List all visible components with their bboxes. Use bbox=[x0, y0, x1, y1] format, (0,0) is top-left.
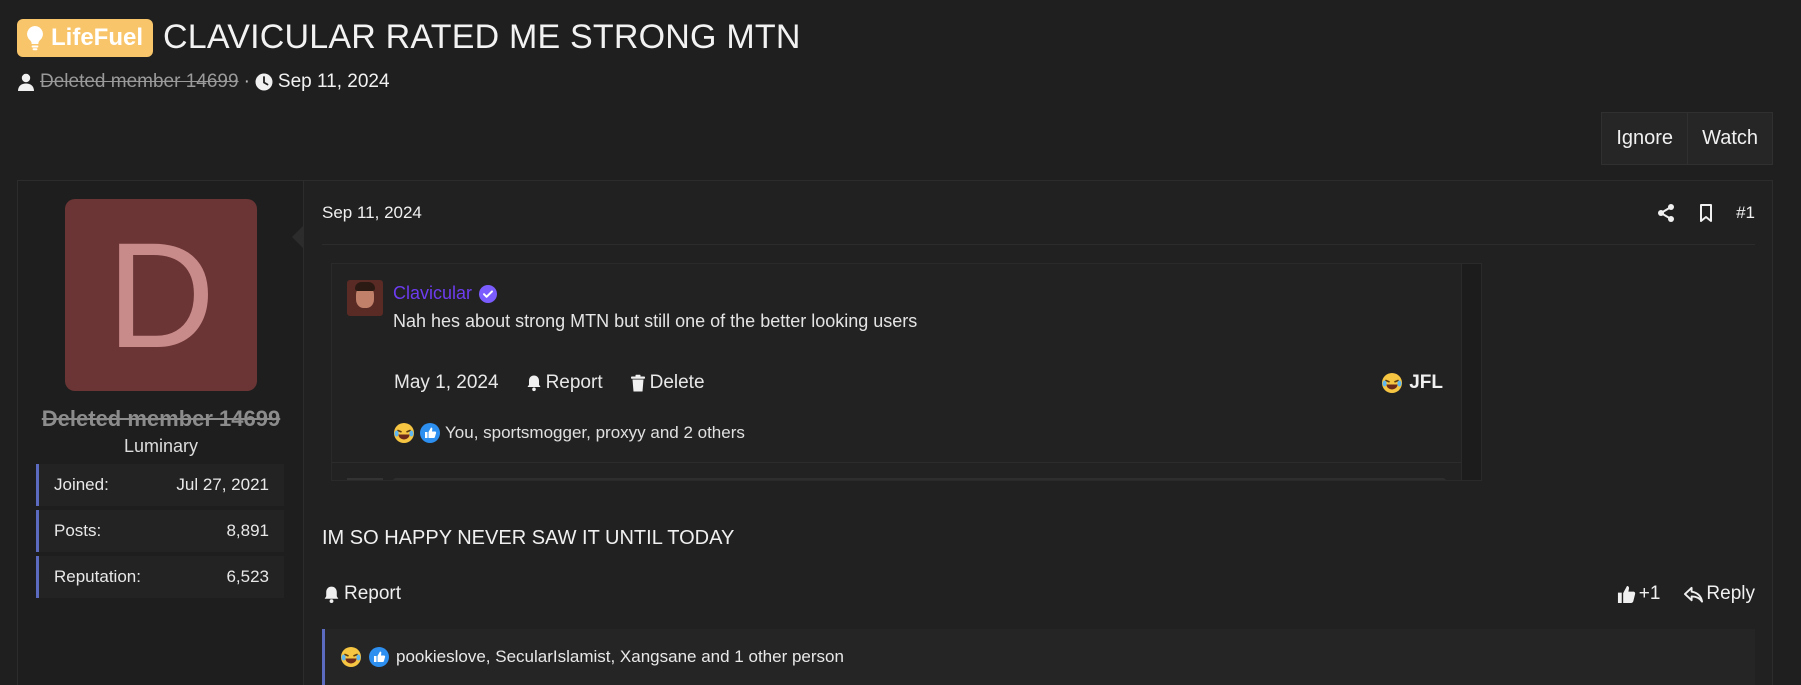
embed-divider bbox=[332, 462, 1461, 463]
embed-date-link[interactable]: May 1, 2024 bbox=[394, 372, 499, 394]
thread-author-link[interactable]: Deleted member 14699 bbox=[40, 71, 239, 93]
stat-label: Posts: bbox=[54, 521, 102, 540]
thread-prefix-badge[interactable]: LifeFuel bbox=[17, 18, 154, 57]
embed-avatar[interactable] bbox=[347, 280, 383, 316]
laughing-emoji-icon bbox=[394, 423, 414, 443]
like-button[interactable]: +1 bbox=[1617, 583, 1661, 605]
embed-next-item bbox=[393, 478, 1446, 480]
verified-badge-icon bbox=[479, 284, 498, 303]
embed-jfl-reaction[interactable]: JFL bbox=[1381, 372, 1443, 394]
stat-reputation: Reputation: 6,523 bbox=[36, 556, 284, 598]
stat-value: 8,891 bbox=[226, 521, 269, 540]
post-tools: #1 bbox=[1656, 203, 1755, 223]
post-date-link[interactable]: Sep 11, 2024 bbox=[322, 203, 422, 223]
stat-label: Reputation: bbox=[54, 567, 141, 586]
laughing-emoji-icon bbox=[341, 647, 361, 667]
title-row: LifeFuel CLAVICULAR RATED ME STRONG MTN bbox=[17, 18, 801, 57]
report-label: Report bbox=[344, 583, 402, 604]
embed-delete-button[interactable]: Delete bbox=[629, 372, 705, 394]
post-footer-actions: +1 Reply bbox=[1617, 583, 1755, 605]
stat-value: 6,523 bbox=[226, 567, 269, 586]
embed-author: Clavicular bbox=[393, 283, 498, 304]
lightbulb-icon bbox=[27, 25, 43, 50]
reaction-bar[interactable]: pookieslove, SecularIslamist, Xangsane a… bbox=[322, 629, 1755, 685]
like-count: +1 bbox=[1638, 583, 1661, 604]
avatar[interactable]: D bbox=[65, 199, 257, 391]
thread-header: LifeFuel CLAVICULAR RATED ME STRONG MTN … bbox=[17, 18, 801, 93]
post-main-cell: Sep 11, 2024 #1 Clavicular Nah hes about… bbox=[305, 181, 1772, 685]
embed-delete-label: Delete bbox=[649, 372, 705, 393]
report-button[interactable]: Report bbox=[322, 583, 401, 605]
clock-icon bbox=[255, 73, 273, 91]
embedded-post: Clavicular Nah hes about strong MTN but … bbox=[331, 263, 1482, 481]
thumbs-up-badge-icon bbox=[420, 423, 440, 443]
stat-posts: Posts: 8,891 bbox=[36, 510, 284, 552]
embed-text: Nah hes about strong MTN but still one o… bbox=[393, 311, 918, 331]
user-cell-arrow bbox=[292, 225, 304, 249]
watch-button[interactable]: Watch bbox=[1688, 113, 1772, 164]
share-icon[interactable] bbox=[1656, 203, 1676, 223]
avatar-letter: D bbox=[106, 211, 216, 379]
embed-report-button[interactable]: Report bbox=[525, 372, 603, 394]
reactions-text: pookieslove, SecularIslamist, Xangsane a… bbox=[396, 647, 844, 666]
post: D Deleted member 14699 Luminary Joined: … bbox=[17, 180, 1773, 685]
embed-reactions[interactable]: You, sportsmogger, proxyy and 2 others bbox=[393, 422, 745, 444]
bell-icon bbox=[527, 375, 541, 392]
meta-separator: · bbox=[243, 71, 250, 92]
thumbs-up-badge-icon bbox=[369, 647, 389, 667]
post-number-link[interactable]: #1 bbox=[1736, 203, 1755, 223]
stat-value: Jul 27, 2021 bbox=[176, 475, 269, 494]
jfl-label: JFL bbox=[1409, 372, 1443, 393]
post-username[interactable]: Deleted member 14699 bbox=[18, 406, 304, 432]
reply-button[interactable]: Reply bbox=[1684, 583, 1755, 605]
post-header: Sep 11, 2024 #1 bbox=[322, 181, 1755, 245]
thread-date-link[interactable]: Sep 11, 2024 bbox=[278, 71, 390, 93]
thumbs-up-icon bbox=[1617, 585, 1635, 603]
user-icon bbox=[18, 73, 34, 91]
thread-action-group: Ignore Watch bbox=[1601, 112, 1773, 165]
embed-reactions-text: You, sportsmogger, proxyy and 2 others bbox=[445, 423, 745, 442]
bookmark-icon[interactable] bbox=[1696, 203, 1716, 223]
reply-icon bbox=[1684, 586, 1704, 603]
laughing-emoji-icon bbox=[1382, 373, 1403, 393]
embed-report-label: Report bbox=[545, 372, 603, 393]
user-title: Luminary bbox=[123, 436, 199, 456]
embed-next-avatar bbox=[347, 478, 383, 480]
stat-joined: Joined: Jul 27, 2021 bbox=[36, 464, 284, 506]
reply-label: Reply bbox=[1706, 583, 1755, 604]
embedded-post-card: Clavicular Nah hes about strong MTN but … bbox=[332, 264, 1462, 480]
post-user-cell: D Deleted member 14699 Luminary Joined: … bbox=[18, 181, 304, 685]
thread-title: CLAVICULAR RATED ME STRONG MTN bbox=[163, 18, 801, 56]
trash-icon bbox=[630, 374, 645, 392]
user-stats: Joined: Jul 27, 2021 Posts: 8,891 Reputa… bbox=[36, 464, 284, 602]
embed-actions: May 1, 2024 Report Delete bbox=[394, 372, 705, 394]
thread-meta: Deleted member 14699 · Sep 11, 2024 bbox=[17, 71, 801, 93]
ignore-button[interactable]: Ignore bbox=[1602, 113, 1689, 164]
post-footer: Report +1 Reply bbox=[322, 583, 1755, 605]
bell-icon bbox=[324, 586, 339, 603]
post-body: IM SO HAPPY NEVER SAW IT UNTIL TODAY bbox=[322, 527, 735, 549]
stat-label: Joined: bbox=[54, 475, 109, 494]
embed-author-link[interactable]: Clavicular bbox=[393, 283, 472, 304]
thread-prefix-label: LifeFuel bbox=[51, 23, 144, 51]
avatar-hair bbox=[355, 282, 375, 291]
